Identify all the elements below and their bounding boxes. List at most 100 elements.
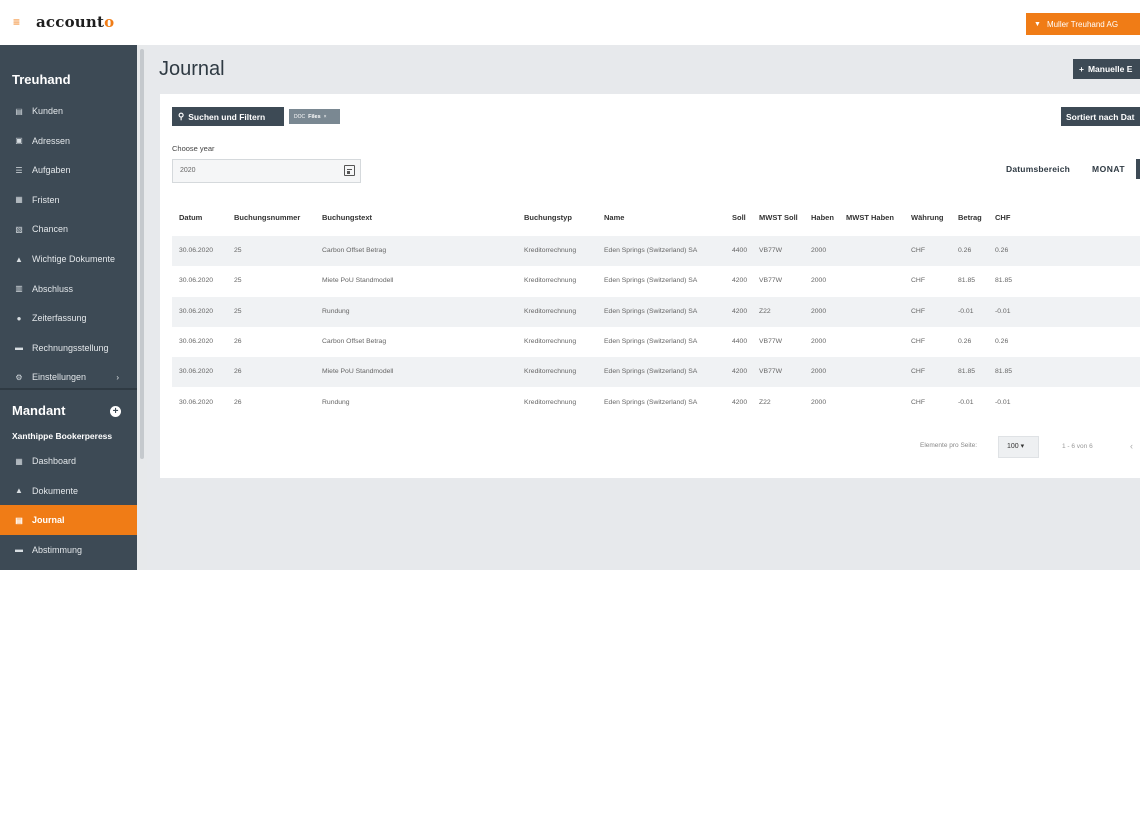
sidebar-item-label: Abstimmung bbox=[32, 544, 83, 555]
search-filter-button[interactable]: ⚲ Suchen und Filtern bbox=[172, 107, 284, 126]
column-header[interactable]: CHF bbox=[995, 213, 1010, 222]
calendar-icon: ▦ bbox=[15, 195, 23, 205]
column-header[interactable]: MWST Haben bbox=[846, 213, 894, 222]
calendar-icon[interactable] bbox=[344, 165, 355, 176]
sidebar-item-chancen[interactable]: ▧ Chancen bbox=[0, 214, 137, 244]
scrollbar-thumb[interactable] bbox=[140, 49, 144, 459]
table-cell: 26 bbox=[234, 337, 242, 345]
column-header[interactable]: Währung bbox=[911, 213, 944, 222]
organization-button[interactable]: ▼ Muller Treuhand AG bbox=[1026, 13, 1140, 35]
table-cell: 4400 bbox=[732, 247, 748, 254]
grid-icon: ▦ bbox=[15, 456, 23, 466]
logo[interactable]: accounto bbox=[36, 13, 114, 31]
table-cell: 4200 bbox=[732, 398, 748, 406]
chevron-left-icon[interactable]: ‹ bbox=[1130, 441, 1133, 451]
table-cell: Kreditorrechnung bbox=[524, 247, 577, 254]
table-row[interactable]: 30.06.2020 25 Miete PoU Standmodell Kredito… bbox=[172, 266, 1140, 296]
chevron-down-icon: ▼ bbox=[1034, 20, 1041, 28]
table-cell: VB77W bbox=[759, 277, 783, 285]
sidebar-item-abschluss[interactable]: ▥ Abschluss bbox=[0, 274, 137, 304]
list-icon: ☰ bbox=[15, 165, 23, 175]
table-cell: 30.06.2020 bbox=[179, 337, 214, 345]
table-cell: 30.06.2020 bbox=[179, 398, 214, 406]
column-header[interactable]: Soll bbox=[732, 213, 746, 222]
sidebar-item-kunden[interactable]: ▤ Kunden bbox=[0, 96, 137, 126]
table-cell: 25 bbox=[234, 247, 242, 254]
filter-chip[interactable]: DOC Files × bbox=[289, 109, 340, 124]
sidebar-item-label: Journal bbox=[32, 515, 65, 526]
table-cell: 81.85 bbox=[958, 368, 976, 376]
table-cell: Kreditorrechnung bbox=[524, 368, 577, 376]
menu-icon[interactable]: ≡ bbox=[13, 16, 23, 28]
column-header[interactable]: Buchungstext bbox=[322, 213, 372, 222]
column-header[interactable]: Datum bbox=[179, 213, 202, 222]
month-toggle[interactable]: MONAT bbox=[1092, 164, 1125, 174]
table-cell: -0.01 bbox=[995, 307, 1011, 315]
table-row[interactable]: 30.06.2020 26 Rundung Kreditorrechnung Eden … bbox=[172, 388, 1140, 418]
per-page-select[interactable]: 100 ▾ bbox=[998, 436, 1039, 458]
sidebar-item-dokumente[interactable]: ▲ Dokumente bbox=[0, 476, 137, 506]
manual-entry-button[interactable]: + Manuelle E bbox=[1073, 59, 1140, 79]
table-cell: 81.85 bbox=[995, 368, 1013, 376]
sidebar-item-label: Dokumente bbox=[32, 485, 79, 496]
document-icon: ▥ bbox=[15, 284, 23, 294]
sidebar-item-wichtige-dokumente[interactable]: ▲ Wichtige Dokumente bbox=[0, 244, 137, 274]
plus-icon: + bbox=[1079, 64, 1084, 74]
sidebar-item-rechnungsstellung[interactable]: ▬ Rechnungsstellung bbox=[0, 333, 137, 363]
invoice-icon: ▬ bbox=[15, 343, 23, 353]
column-header[interactable]: Name bbox=[604, 213, 624, 222]
sidebar-item-label: Fristen bbox=[32, 194, 60, 205]
toggle-switch[interactable] bbox=[1136, 159, 1140, 179]
table-cell: 0.26 bbox=[958, 247, 972, 254]
table-row[interactable]: 30.06.2020 26 Miete PoU Standmodell Kredito… bbox=[172, 357, 1140, 388]
date-range-label[interactable]: Datumsbereich bbox=[1006, 164, 1070, 174]
table-cell: Carbon Offset Betrag bbox=[322, 337, 387, 345]
table-cell: 25 bbox=[234, 277, 242, 285]
sidebar-item-aufgaben[interactable]: ☰ Aufgaben bbox=[0, 155, 137, 185]
sidebar-item-journal[interactable]: ▤ Journal bbox=[0, 505, 137, 536]
sidebar-item-label: Abschluss bbox=[32, 283, 74, 294]
column-header[interactable]: Buchungsnummer bbox=[234, 213, 300, 222]
table-cell: CHF bbox=[911, 368, 925, 376]
chevron-right-icon: › bbox=[116, 372, 119, 382]
table-cell: 2000 bbox=[811, 398, 827, 406]
organization-label: Muller Treuhand AG bbox=[1046, 19, 1119, 29]
column-header[interactable]: Haben bbox=[811, 213, 834, 222]
column-header[interactable]: Buchungstyp bbox=[524, 213, 572, 222]
table-row[interactable]: 30.06.2020 25 Carbon Offset Betrag Kreditor… bbox=[172, 236, 1140, 266]
per-page-label: Elemente pro Seite: bbox=[920, 442, 978, 449]
sidebar-item-abstimmung[interactable]: ▬ Abstimmung bbox=[0, 535, 137, 565]
sidebar-item-fristen[interactable]: ▦ Fristen bbox=[0, 185, 137, 215]
table-cell: 25 bbox=[234, 307, 242, 315]
table-row[interactable]: 30.06.2020 25 Rundung Kreditorrechnung Eden … bbox=[172, 296, 1140, 327]
table-row[interactable]: 30.06.2020 26 Carbon Offset Betrag Kreditor… bbox=[172, 327, 1140, 357]
table-cell: VB77W bbox=[759, 368, 783, 376]
table-cell: 26 bbox=[234, 368, 242, 376]
table-cell: CHF bbox=[911, 398, 925, 406]
sidebar-item-dashboard[interactable]: ▦ Dashboard bbox=[0, 446, 137, 476]
column-header[interactable]: MWST Soll bbox=[759, 213, 798, 222]
year-input[interactable]: 2020 bbox=[172, 159, 361, 183]
sidebar-item-zeiterfassung[interactable]: ● Zeiterfassung bbox=[0, 303, 137, 333]
sidebar-divider bbox=[0, 388, 137, 390]
close-icon[interactable]: × bbox=[324, 114, 327, 120]
folder-icon: ▲ bbox=[15, 254, 23, 264]
add-client-icon[interactable]: + bbox=[110, 406, 121, 417]
table-cell: Miete PoU Standmodell bbox=[322, 368, 394, 376]
clock-icon: ● bbox=[16, 313, 22, 323]
table-cell: Eden Springs (Switzerland) SA bbox=[604, 307, 698, 315]
table-cell: Kreditorrechnung bbox=[524, 307, 577, 315]
table-cell: 30.06.2020 bbox=[179, 368, 214, 376]
table-cell: 81.85 bbox=[958, 277, 976, 285]
table-cell: 26 bbox=[234, 398, 242, 406]
sidebar-section-treuhand: Treuhand bbox=[12, 72, 71, 87]
column-header[interactable]: Betrag bbox=[958, 213, 982, 222]
sidebar-scrollbar[interactable] bbox=[137, 45, 147, 570]
table-cell: 0.26 bbox=[995, 247, 1009, 254]
sort-button[interactable]: Sortiert nach Dat bbox=[1061, 107, 1140, 126]
sidebar-section-mandant: Mandant bbox=[12, 403, 66, 418]
table-cell: 30.06.2020 bbox=[179, 247, 214, 254]
sidebar-item-adressen[interactable]: ▣ Adressen bbox=[0, 126, 137, 156]
folder-icon: ▲ bbox=[15, 486, 23, 496]
gear-icon: ⚙ bbox=[15, 372, 23, 382]
